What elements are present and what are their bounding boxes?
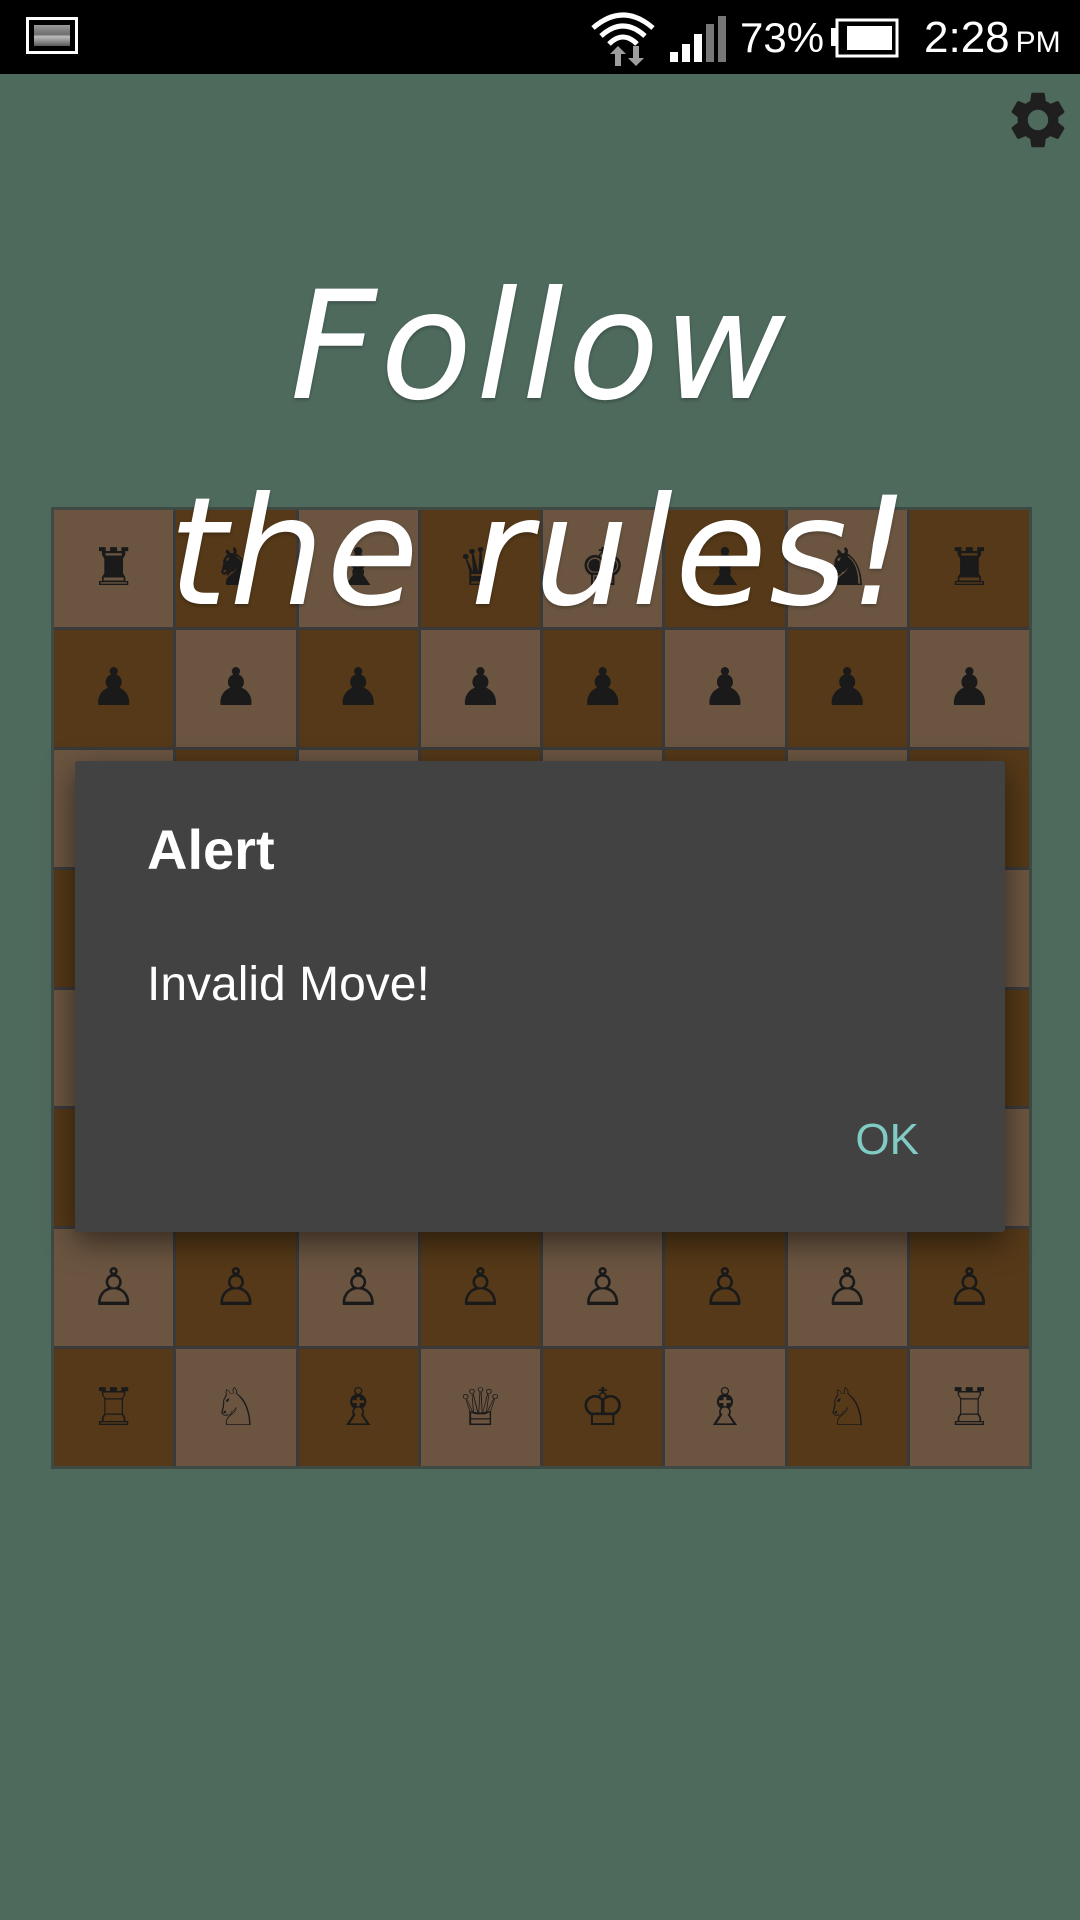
board-square[interactable]: ♙ <box>298 1229 418 1347</box>
signal-icon <box>670 16 726 62</box>
battery-icon <box>831 18 899 58</box>
dialog-title: Alert <box>147 818 275 881</box>
dialog-message: Invalid Move! <box>147 958 430 1011</box>
board-square[interactable]: ♟ <box>54 629 174 747</box>
board-square[interactable]: ♙ <box>787 1229 907 1347</box>
board-square[interactable]: ♙ <box>176 1229 296 1347</box>
board-square[interactable]: ♙ <box>909 1229 1029 1347</box>
board-square[interactable]: ♘ <box>787 1349 907 1466</box>
status-time: 2:28 PM <box>924 11 1061 70</box>
wifi-icon <box>591 12 655 66</box>
gear-icon[interactable] <box>1004 86 1072 154</box>
title-line-1: Follow <box>290 260 790 434</box>
board-square[interactable]: ♗ <box>665 1349 785 1466</box>
board-square[interactable]: ♟ <box>909 629 1029 747</box>
status-bar: 73% 2:28 PM <box>0 0 1080 74</box>
alert-dialog: Alert Invalid Move! OK <box>75 761 1005 1232</box>
board-square[interactable]: ♗ <box>298 1349 418 1466</box>
board-square[interactable]: ♖ <box>909 1349 1029 1466</box>
time-ampm: PM <box>1015 26 1061 59</box>
gallery-icon <box>26 17 78 54</box>
battery-percent: 73% <box>740 14 825 61</box>
board-square[interactable]: ♖ <box>54 1349 174 1466</box>
board-square[interactable]: ♟ <box>420 629 540 747</box>
board-square[interactable]: ♟ <box>665 629 785 747</box>
board-square[interactable]: ♕ <box>420 1349 540 1466</box>
ok-button[interactable]: OK <box>841 1111 933 1169</box>
board-square[interactable]: ♟ <box>543 629 663 747</box>
time-value: 2:28 <box>924 13 1010 62</box>
board-square[interactable]: ♙ <box>665 1229 785 1347</box>
title-line-2: the rules! <box>168 466 912 640</box>
board-square[interactable]: ♙ <box>54 1229 174 1347</box>
board-square[interactable]: ♙ <box>420 1229 540 1347</box>
board-square[interactable]: ♟ <box>787 629 907 747</box>
board-square[interactable]: ♘ <box>176 1349 296 1466</box>
board-square[interactable]: ♟ <box>176 629 296 747</box>
board-square[interactable]: ♔ <box>543 1349 663 1466</box>
board-square[interactable]: ♙ <box>543 1229 663 1347</box>
board-square[interactable]: ♟ <box>298 629 418 747</box>
